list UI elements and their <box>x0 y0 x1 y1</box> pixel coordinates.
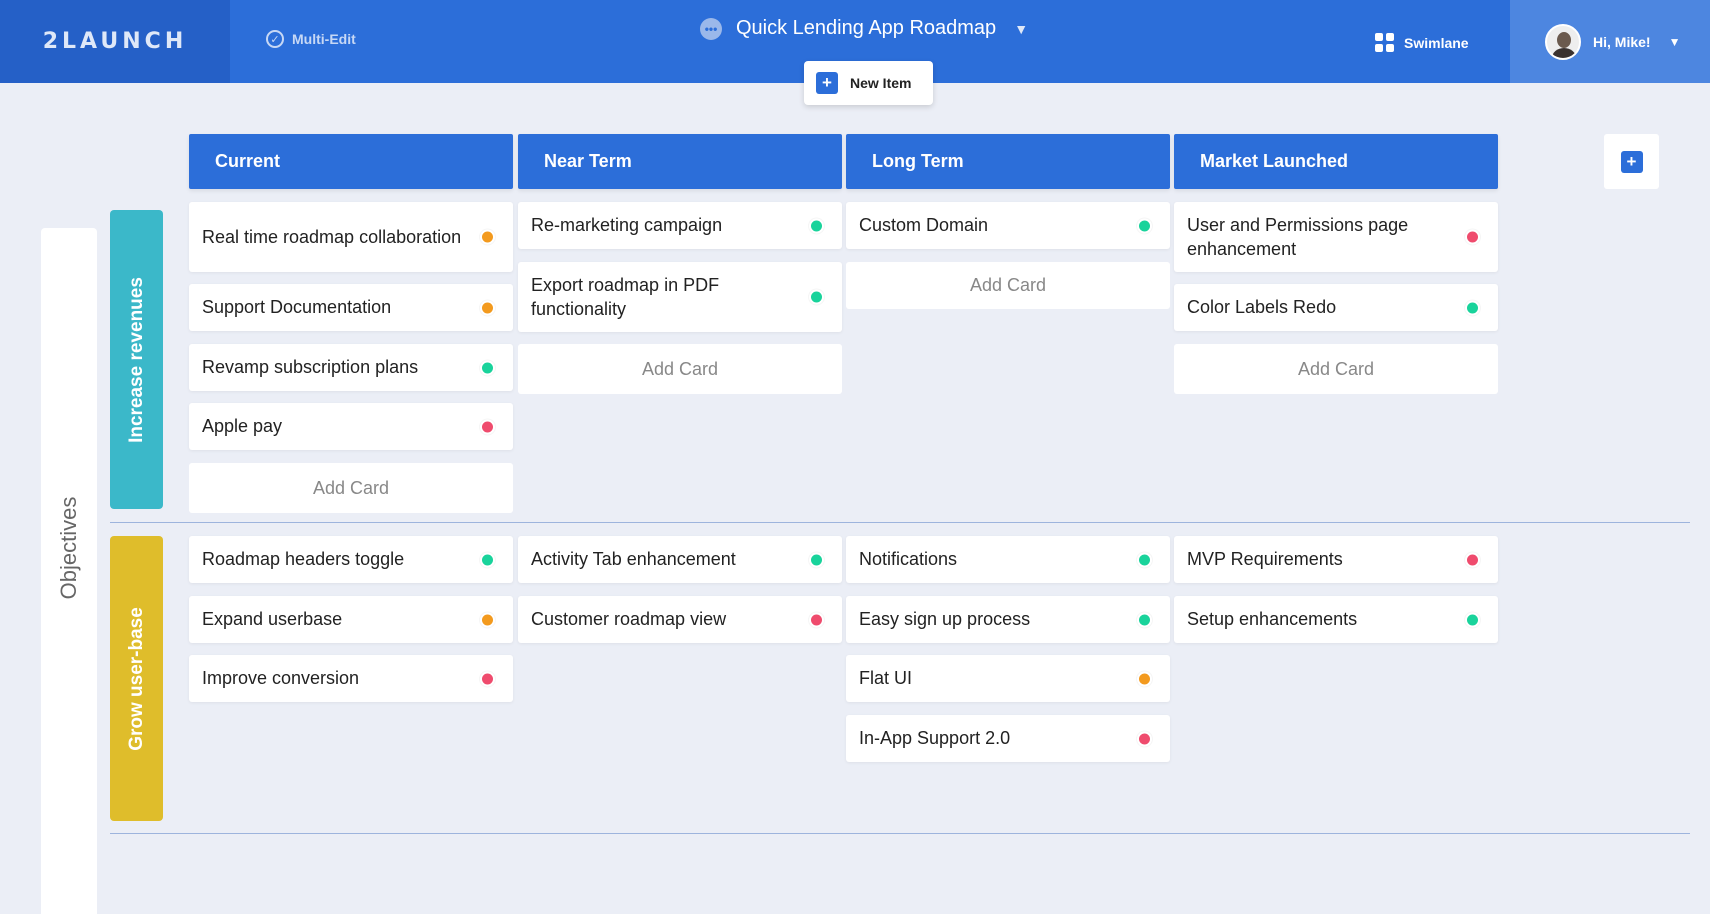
card[interactable]: Roadmap headers toggle <box>189 536 513 583</box>
greeting: Hi, Mike! <box>1593 33 1651 50</box>
status-dot <box>480 671 495 686</box>
check-circle-icon: ✓ <box>266 30 284 48</box>
card[interactable]: Color Labels Redo <box>1174 284 1498 331</box>
card-title: Roadmap headers toggle <box>202 549 405 570</box>
logo[interactable]: 2LAUNCH <box>0 0 230 83</box>
card[interactable]: Activity Tab enhancement <box>518 536 842 583</box>
new-item-label: New Item <box>850 75 912 91</box>
card-title: MVP Requirements <box>1187 549 1343 570</box>
card[interactable]: Custom Domain <box>846 202 1170 249</box>
card[interactable]: Export roadmap in PDF functionality <box>518 262 842 332</box>
chevron-down-icon: ▼ <box>1668 34 1681 49</box>
card[interactable]: Setup enhancements <box>1174 596 1498 643</box>
lane-divider <box>110 833 1690 834</box>
card-title: Setup enhancements <box>1187 609 1358 630</box>
status-dot <box>1465 552 1480 567</box>
status-dot <box>1137 612 1152 627</box>
card-title: Activity Tab enhancement <box>531 549 736 570</box>
status-dot <box>809 218 824 233</box>
status-dot <box>1465 300 1480 315</box>
card-title: Export roadmap in PDF functionality <box>531 274 720 319</box>
card-title: Improve conversion <box>202 668 360 689</box>
view-label: Swimlane <box>1404 34 1469 51</box>
card[interactable]: Notifications <box>846 536 1170 583</box>
column-header-near-term[interactable]: Near Term <box>518 134 842 189</box>
card[interactable]: Easy sign up process <box>846 596 1170 643</box>
card[interactable]: Expand userbase <box>189 596 513 643</box>
card-title: Flat UI <box>859 668 913 689</box>
card-title: Support Documentation <box>202 297 392 318</box>
card[interactable]: Re-marketing campaign <box>518 202 842 249</box>
card[interactable]: In-App Support 2.0 <box>846 715 1170 762</box>
card-title: Color Labels Redo <box>1187 297 1337 318</box>
column-header-current[interactable]: Current <box>189 134 513 189</box>
status-dot <box>1137 671 1152 686</box>
add-column-button[interactable]: + <box>1604 134 1659 189</box>
status-dot <box>1465 612 1480 627</box>
status-dot <box>1465 229 1480 245</box>
column-header-market-launched[interactable]: Market Launched <box>1174 134 1498 189</box>
status-dot <box>1137 218 1152 233</box>
card-title: Notifications <box>859 549 958 570</box>
status-dot <box>1137 731 1152 746</box>
add-card-button[interactable]: Add Card <box>518 344 842 394</box>
card-title: Expand userbase <box>202 609 343 630</box>
objectives-panel: Objectives <box>41 228 97 914</box>
status-dot <box>480 419 495 434</box>
objectives-label: Objectives <box>56 496 81 600</box>
card[interactable]: Improve conversion <box>189 655 513 702</box>
card[interactable]: Customer roadmap view <box>518 596 842 643</box>
card[interactable]: Support Documentation <box>189 284 513 331</box>
card[interactable]: User and Permissions page enhancement <box>1174 202 1498 272</box>
status-dot <box>809 289 824 305</box>
lane-increase-revenues[interactable]: Increase revenues <box>110 210 163 509</box>
add-card-button[interactable]: Add Card <box>189 463 513 513</box>
add-card-button[interactable]: Add Card <box>1174 344 1498 394</box>
add-card-button[interactable]: Add Card <box>846 262 1170 309</box>
project-selector[interactable]: ••• Quick Lending App Roadmap ▼ <box>700 17 1028 40</box>
multi-edit-label: Multi-Edit <box>292 31 356 47</box>
card[interactable]: Real time roadmap collaboration <box>189 202 513 272</box>
status-dot <box>809 552 824 567</box>
plus-icon: + <box>816 72 838 94</box>
status-dot <box>1137 552 1152 567</box>
status-dot <box>480 552 495 567</box>
new-item-button[interactable]: + New Item <box>804 61 933 105</box>
multi-edit-button[interactable]: ✓ Multi-Edit <box>266 30 356 48</box>
card-title: Real time roadmap collaboration <box>202 226 462 247</box>
card[interactable]: Apple pay <box>189 403 513 450</box>
card-title: Revamp subscription plans <box>202 357 419 378</box>
more-dots-icon: ••• <box>700 17 722 40</box>
status-dot <box>480 360 495 375</box>
card-title: Re-marketing campaign <box>531 215 723 236</box>
grid-icon <box>1375 33 1394 52</box>
card[interactable]: Revamp subscription plans <box>189 344 513 391</box>
column-header-long-term[interactable]: Long Term <box>846 134 1170 189</box>
card-title: Custom Domain <box>859 215 989 236</box>
lane-divider <box>110 522 1690 523</box>
avatar <box>1545 23 1581 60</box>
status-dot <box>480 612 495 627</box>
card-title: In-App Support 2.0 <box>859 728 1011 749</box>
card[interactable]: MVP Requirements <box>1174 536 1498 583</box>
view-toggle-button[interactable]: Swimlane <box>1375 33 1469 52</box>
status-dot <box>480 229 495 245</box>
status-dot <box>809 612 824 627</box>
card-title: User and Permissions page enhancement <box>1187 214 1409 259</box>
lane-label: Grow user-base <box>125 606 147 751</box>
status-dot <box>480 300 495 315</box>
chevron-down-icon: ▼ <box>1014 20 1029 37</box>
plus-icon: + <box>1620 150 1643 173</box>
logo-text: 2LAUNCH <box>42 29 188 54</box>
card[interactable]: Flat UI <box>846 655 1170 702</box>
user-menu[interactable]: Hi, Mike! ▼ <box>1510 0 1710 83</box>
project-title: Quick Lending App Roadmap <box>736 17 997 39</box>
card-title: Easy sign up process <box>859 609 1031 630</box>
card-title: Customer roadmap view <box>531 609 727 630</box>
card-title: Apple pay <box>202 416 283 437</box>
lane-grow-user-base[interactable]: Grow user-base <box>110 536 163 821</box>
lane-label: Increase revenues <box>125 276 147 443</box>
